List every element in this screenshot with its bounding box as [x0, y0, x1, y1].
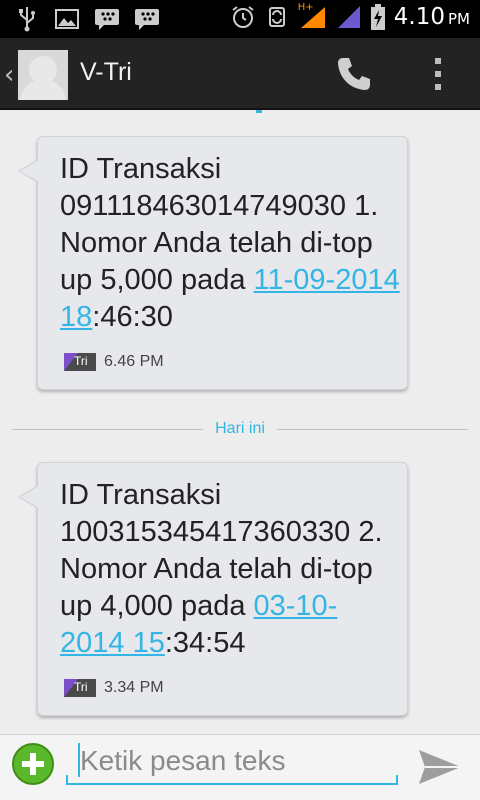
- message-body-end: :46:30: [92, 301, 173, 333]
- bbm-icon: [134, 6, 160, 32]
- clock-time: 4.10: [393, 4, 445, 30]
- send-icon: [419, 750, 461, 784]
- message-input[interactable]: [80, 743, 390, 779]
- phone-icon: [338, 58, 370, 90]
- message-thread[interactable]: ID Transaksi 091118463014749030 1. Nomor…: [0, 110, 480, 734]
- message-bubble[interactable]: ID Transaksi 100315345417360330 2. Nomor…: [18, 462, 408, 716]
- sim-card-icon: Tri: [64, 353, 96, 371]
- date-divider-label: Hari ini: [215, 420, 265, 437]
- sim-card-icon: Tri: [64, 679, 96, 697]
- overflow-menu-dot: [435, 71, 441, 77]
- gallery-icon: [54, 6, 80, 32]
- conversation-title: V-Tri: [80, 58, 132, 86]
- status-bar: H+ 4.10 PM: [0, 0, 480, 38]
- bbm-icon: [94, 6, 120, 32]
- call-button[interactable]: [330, 52, 378, 96]
- battery-charging-icon: [370, 4, 386, 30]
- sync-icon: [264, 4, 290, 30]
- message-meta: Tri 6.46 PM: [64, 353, 164, 371]
- divider-line: [276, 428, 469, 430]
- overflow-menu-icon: [435, 58, 441, 64]
- clock-ampm: PM: [448, 10, 470, 28]
- signal-strength-icon: [336, 4, 362, 30]
- send-button[interactable]: [416, 747, 464, 787]
- message-time: 6.46 PM: [104, 353, 164, 370]
- message-text: ID Transaksi 100315345417360330 2. Nomor…: [60, 477, 400, 662]
- action-bar: ‹ V-Tri: [0, 38, 480, 110]
- message-text: ID Transaksi 091118463014749030 1. Nomor…: [60, 151, 400, 336]
- usb-icon: [14, 6, 40, 32]
- divider-line: [12, 428, 204, 430]
- date-divider: Hari ini: [12, 417, 469, 441]
- system-icons: H+ 4.10 PM: [230, 2, 470, 30]
- back-icon[interactable]: ‹: [4, 60, 14, 90]
- overflow-menu-button[interactable]: [424, 52, 452, 96]
- sim-label: Tri: [74, 680, 88, 694]
- scroll-indicator: [256, 110, 262, 113]
- network-type-label: H+: [297, 2, 314, 13]
- contact-avatar[interactable]: [18, 50, 68, 100]
- add-icon: [22, 753, 44, 775]
- message-input-wrapper: [66, 739, 398, 785]
- compose-bar: [0, 734, 480, 800]
- add-attachment-button[interactable]: [12, 743, 54, 785]
- message-time: 3.34 PM: [104, 679, 164, 696]
- message-body-end: :34:54: [164, 627, 246, 659]
- clock: 4.10 PM: [394, 4, 470, 30]
- notification-icons: [14, 6, 160, 32]
- alarm-icon: [230, 4, 256, 30]
- message-meta: Tri 3.34 PM: [64, 679, 164, 697]
- message-bubble[interactable]: ID Transaksi 091118463014749030 1. Nomor…: [18, 136, 408, 390]
- network-signal-icon: H+: [297, 2, 328, 30]
- overflow-menu-dot: [435, 84, 441, 90]
- sim-label: Tri: [74, 354, 88, 368]
